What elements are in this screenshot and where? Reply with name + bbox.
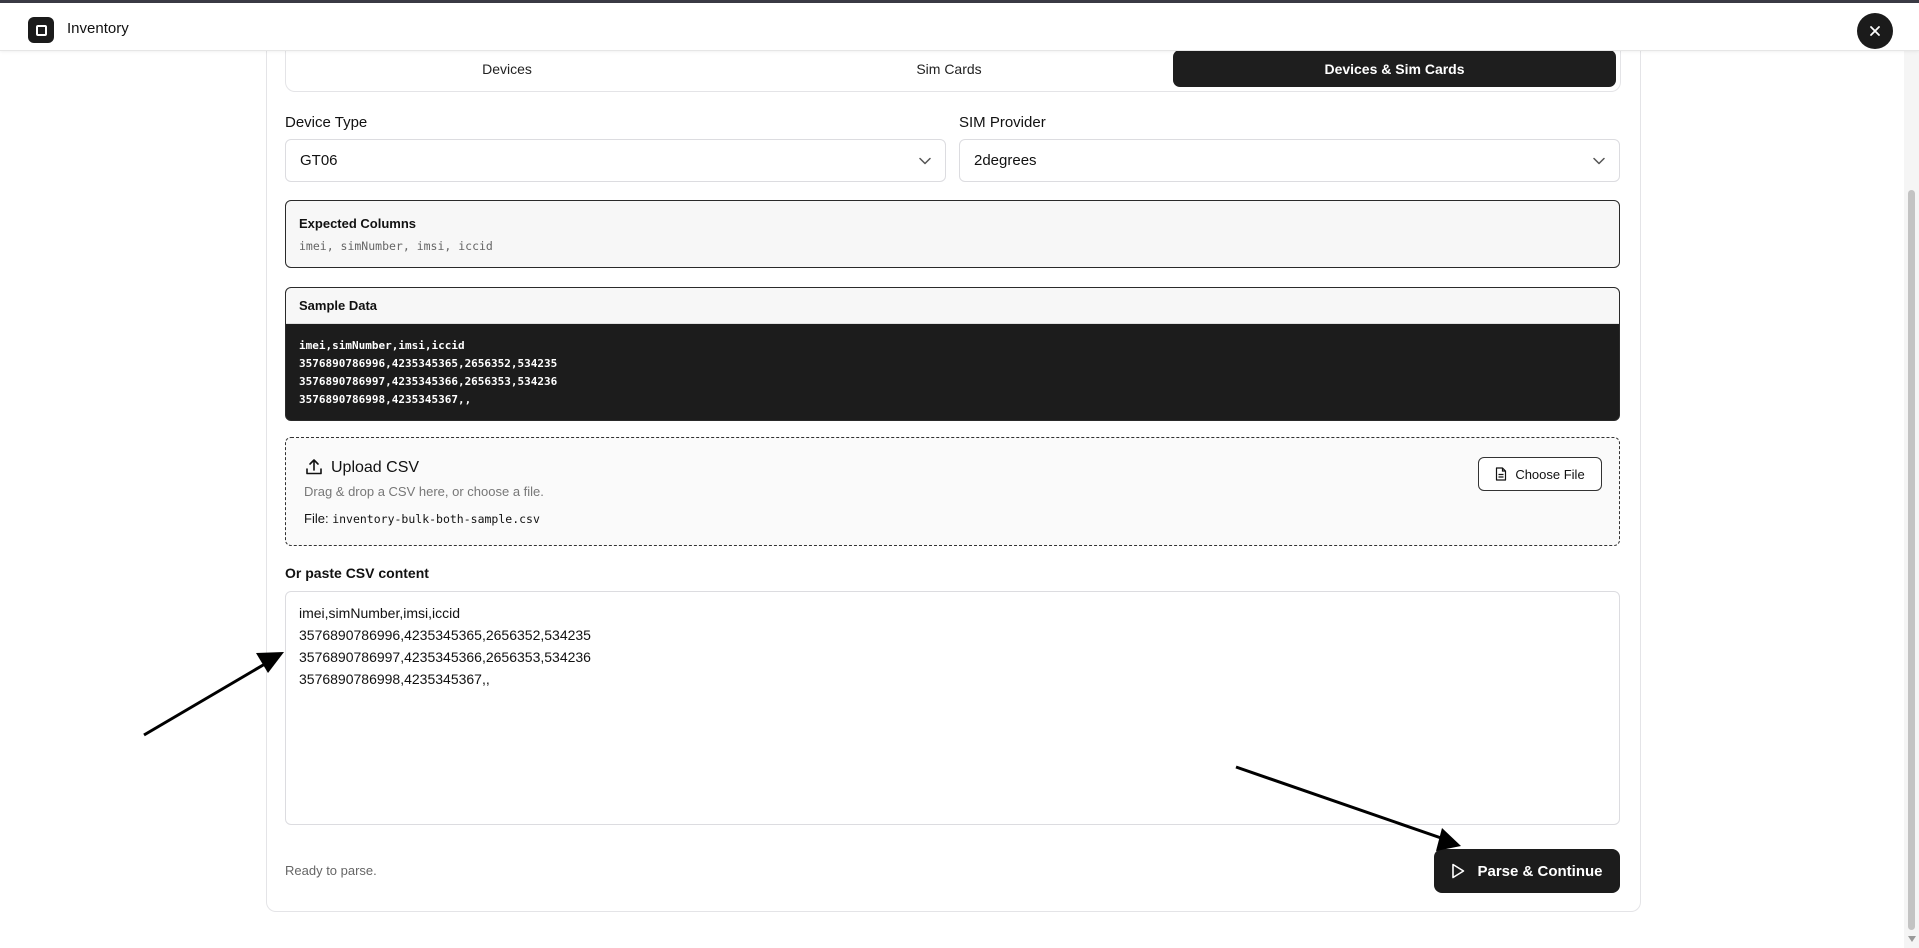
paste-csv-line: 3576890786998,4235345367,,: [299, 671, 490, 687]
sample-data-line: 3576890786996,4235345365,2656352,534235: [299, 357, 558, 370]
file-icon: [1496, 467, 1507, 481]
tab-sim-cards[interactable]: Sim Cards: [730, 50, 1168, 87]
app-logo-icon: [28, 17, 54, 43]
chevron-down-icon: [919, 157, 931, 164]
scroll-down-icon[interactable]: [1908, 936, 1916, 942]
play-icon: [1452, 863, 1465, 879]
upload-icon: [306, 459, 322, 475]
paste-csv-label: Or paste CSV content: [285, 565, 429, 581]
vertical-scrollbar[interactable]: [1904, 50, 1919, 948]
device-type-value: GT06: [300, 152, 338, 169]
expected-columns-list: imei, simNumber, imsi, iccid: [299, 239, 493, 253]
file-label: File:: [304, 511, 329, 526]
paste-csv-line: 3576890786997,4235345366,2656353,534236: [299, 649, 591, 665]
upload-dropzone[interactable]: Upload CSV Drag & drop a CSV here, or ch…: [285, 437, 1620, 546]
sample-data-line: 3576890786998,4235345367,,: [299, 393, 472, 406]
device-type-select[interactable]: GT06: [285, 139, 946, 182]
paste-csv-line: 3576890786996,4235345365,2656352,534235: [299, 627, 591, 643]
sample-data-line: 3576890786997,4235345366,2656353,534236: [299, 375, 558, 388]
sample-data-title: Sample Data: [299, 298, 378, 313]
selected-file: File: inventory-bulk-both-sample.csv: [304, 511, 540, 526]
choose-file-label: Choose File: [1515, 466, 1585, 482]
scrollbar-thumb[interactable]: [1908, 190, 1915, 930]
expected-columns-title: Expected Columns: [299, 216, 417, 231]
sim-provider-select[interactable]: 2degrees: [959, 139, 1620, 182]
tab-devices[interactable]: Devices: [288, 50, 726, 87]
parse-status: Ready to parse.: [285, 863, 377, 878]
sample-data-line: imei,simNumber,imsi,iccid: [299, 339, 465, 352]
upload-title: Upload CSV: [331, 459, 420, 476]
close-button[interactable]: [1857, 13, 1893, 49]
import-type-tabs: Devices Sim Cards Devices & Sim Cards: [285, 48, 1621, 92]
paste-csv-textarea[interactable]: imei,simNumber,imsi,iccid 3576890786996,4…: [285, 591, 1620, 825]
file-name: inventory-bulk-both-sample.csv: [332, 512, 540, 526]
sim-provider-value: 2degrees: [974, 152, 1037, 169]
sample-data-header: Sample Data: [286, 288, 1619, 324]
app-header: Inventory: [0, 3, 1919, 51]
paste-csv-line: imei,simNumber,imsi,iccid: [299, 605, 461, 621]
chevron-down-icon: [1593, 157, 1605, 164]
parse-and-continue-label: Parse & Continue: [1477, 862, 1603, 880]
parse-and-continue-button[interactable]: Parse & Continue: [1434, 849, 1620, 893]
tab-devices-and-sim-cards[interactable]: Devices & Sim Cards: [1173, 50, 1616, 87]
sample-data-panel: Sample Data imei,simNumber,imsi,iccid 35…: [285, 287, 1620, 421]
app-title: Inventory: [67, 20, 129, 37]
expected-columns-panel: Expected Columns imei, simNumber, imsi, …: [285, 200, 1620, 268]
sim-provider-label: SIM Provider: [959, 114, 1046, 131]
annotation-arrow-to-textarea: [143, 652, 284, 737]
upload-hint: Drag & drop a CSV here, or choose a file…: [304, 484, 544, 499]
choose-file-button[interactable]: Choose File: [1478, 457, 1602, 491]
device-type-label: Device Type: [285, 114, 368, 131]
close-icon: [1870, 26, 1880, 36]
sample-data-code: imei,simNumber,imsi,iccid 3576890786996,…: [299, 337, 557, 409]
